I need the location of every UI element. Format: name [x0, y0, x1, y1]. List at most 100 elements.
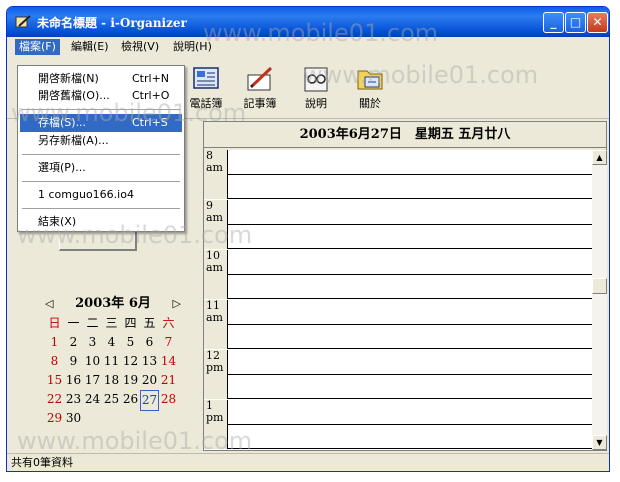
calendar-grid: 1 2 3 4 5 6 7 8 9 10 11 12 13 14 15 16 17 18 19 20 21 22 23 24 2…: [45, 333, 181, 428]
menu-view[interactable]: 檢視(V): [117, 39, 163, 55]
menu-item-options[interactable]: 選項(P)...: [20, 159, 182, 177]
about-button[interactable]: 關於: [347, 65, 393, 115]
time-slot-label: 9 am: [204, 200, 228, 249]
calendar-day[interactable]: 12: [121, 352, 140, 371]
half-hour-line: [228, 174, 592, 175]
calendar-day[interactable]: 26: [121, 390, 140, 409]
time-slot[interactable]: 9 am: [204, 200, 592, 249]
menu-separator: [22, 181, 180, 182]
scroll-up-arrow-icon[interactable]: ▲: [592, 150, 607, 165]
calendar-day[interactable]: 4: [102, 333, 121, 352]
day-view-scrollbar[interactable]: ▲ ▼: [592, 150, 607, 450]
phonebook-icon: [193, 67, 219, 89]
status-bar: 共有0筆資料: [7, 453, 609, 471]
notepad-button[interactable]: 記事簿: [237, 65, 283, 115]
calendar-day[interactable]: 18: [102, 371, 121, 390]
time-slot[interactable]: 11 am: [204, 300, 592, 349]
help-label: 說明: [305, 97, 327, 110]
title-bar[interactable]: 未命名標題 - i-Organizer _ □ ✕: [7, 7, 609, 37]
time-slot-label: 10 am: [204, 250, 228, 299]
calendar-day[interactable]: 2: [64, 333, 83, 352]
menu-edit[interactable]: 編輯(E): [67, 39, 113, 55]
maximize-button[interactable]: □: [565, 12, 586, 33]
time-slot[interactable]: 8 am: [204, 150, 592, 199]
slot-period: pm: [206, 411, 224, 424]
calendar-day[interactable]: 27: [140, 390, 159, 411]
phonebook-label: 電話簿: [189, 97, 223, 110]
calendar-week-row: 15 16 17 18 19 20 21: [45, 371, 181, 390]
menu-item-save-as[interactable]: 另存新檔(A)...: [20, 132, 182, 150]
calendar-weekday: 六: [162, 316, 175, 330]
calendar-day[interactable]: 25: [102, 390, 121, 409]
calendar-day[interactable]: 5: [121, 333, 140, 352]
half-hour-line: [228, 224, 592, 225]
close-button[interactable]: ✕: [587, 12, 608, 33]
calendar-day[interactable]: 11: [102, 352, 121, 371]
calendar-day[interactable]: 9: [64, 352, 83, 371]
half-hour-line: [228, 324, 592, 325]
calendar-weekday: 三: [105, 316, 118, 330]
menu-item-recent-file[interactable]: 1 comguo166.io4: [20, 186, 182, 204]
calendar-day[interactable]: 15: [45, 371, 64, 390]
minimize-button[interactable]: _: [543, 12, 564, 33]
calendar-day[interactable]: 17: [83, 371, 102, 390]
calendar-day[interactable]: 28: [159, 390, 178, 409]
scroll-thumb[interactable]: [592, 278, 607, 294]
half-hour-line: [228, 374, 592, 375]
calendar-day[interactable]: 6: [140, 333, 159, 352]
time-slot-label: 11 am: [204, 300, 228, 349]
time-slot[interactable]: 12 pm: [204, 350, 592, 399]
about-label: 關於: [359, 97, 381, 110]
calendar-day[interactable]: 13: [140, 352, 159, 371]
window-title: 未命名標題 - i-Organizer: [37, 16, 187, 30]
menu-help[interactable]: 說明(H): [169, 39, 216, 55]
calendar-day[interactable]: 29: [45, 409, 64, 428]
calendar-day[interactable]: 21: [159, 371, 178, 390]
calendar-day[interactable]: 16: [64, 371, 83, 390]
help-book-icon: [304, 67, 328, 92]
calendar-weekday: 五: [143, 316, 156, 330]
calendar-day[interactable]: 30: [64, 409, 83, 428]
calendar-week-row: 29 30: [45, 409, 181, 428]
half-hour-line: [228, 424, 592, 425]
prev-month-arrow-icon[interactable]: ◁: [45, 294, 53, 314]
calendar-day[interactable]: 3: [83, 333, 102, 352]
calendar-day[interactable]: 19: [121, 371, 140, 390]
calendar-weekday: 日: [48, 316, 61, 330]
time-slot[interactable]: 1 pm: [204, 400, 592, 449]
calendar-weekday: 二: [86, 316, 99, 330]
calendar-month-title: 2003年 6月: [75, 296, 151, 311]
menu-separator: [22, 109, 180, 110]
help-button[interactable]: 說明: [293, 65, 339, 115]
calendar-day[interactable]: 24: [83, 390, 102, 409]
calendar-day[interactable]: 1: [45, 333, 64, 352]
calendar-day[interactable]: 8: [45, 352, 64, 371]
notepad-pen-icon: [247, 66, 273, 91]
calendar-day[interactable]: 23: [64, 390, 83, 409]
calendar-day[interactable]: 7: [159, 333, 178, 352]
menu-file[interactable]: 檔案(F): [15, 39, 60, 55]
phonebook-button[interactable]: 電話簿: [183, 65, 229, 115]
scroll-down-arrow-icon[interactable]: ▼: [592, 435, 607, 450]
menu-separator: [22, 208, 180, 209]
calendar-week-row: 22 23 24 25 26 27 28: [45, 390, 181, 411]
day-view: 2003年6月27日 星期五 五月廿八 8 am 9 am 10 am 11 am 12 pm 1 p…: [203, 121, 607, 451]
slot-period: am: [206, 211, 223, 224]
menu-item-exit[interactable]: 結束(X): [20, 213, 182, 231]
calendar-day[interactable]: 20: [140, 371, 159, 390]
month-calendar: ◁ 2003年 6月 ▷ 日一二三四五六 1 2 3 4 5 6 7 8 9 10 11 12 13 14…: [45, 294, 181, 428]
menu-item-open[interactable]: 開啓舊檔(O)... Ctrl+O: [20, 87, 182, 105]
calendar-weekday: 四: [124, 316, 137, 330]
calendar-day[interactable]: 10: [83, 352, 102, 371]
time-slot[interactable]: 10 am: [204, 250, 592, 299]
menu-item-new[interactable]: 開啓新檔(N) Ctrl+N: [20, 70, 182, 88]
calendar-day[interactable]: 14: [159, 352, 178, 371]
calendar-header: ◁ 2003年 6月 ▷: [45, 294, 181, 314]
calendar-weekday-row: 日一二三四五六: [45, 314, 181, 333]
hidden-button[interactable]: [59, 229, 137, 251]
time-slot-label: 12 pm: [204, 350, 228, 399]
menu-item-save[interactable]: 存檔(S)... Ctrl+S: [20, 114, 182, 132]
next-month-arrow-icon[interactable]: ▷: [173, 294, 181, 314]
calendar-week-row: 1234567: [45, 333, 181, 352]
calendar-day[interactable]: 22: [45, 390, 64, 409]
